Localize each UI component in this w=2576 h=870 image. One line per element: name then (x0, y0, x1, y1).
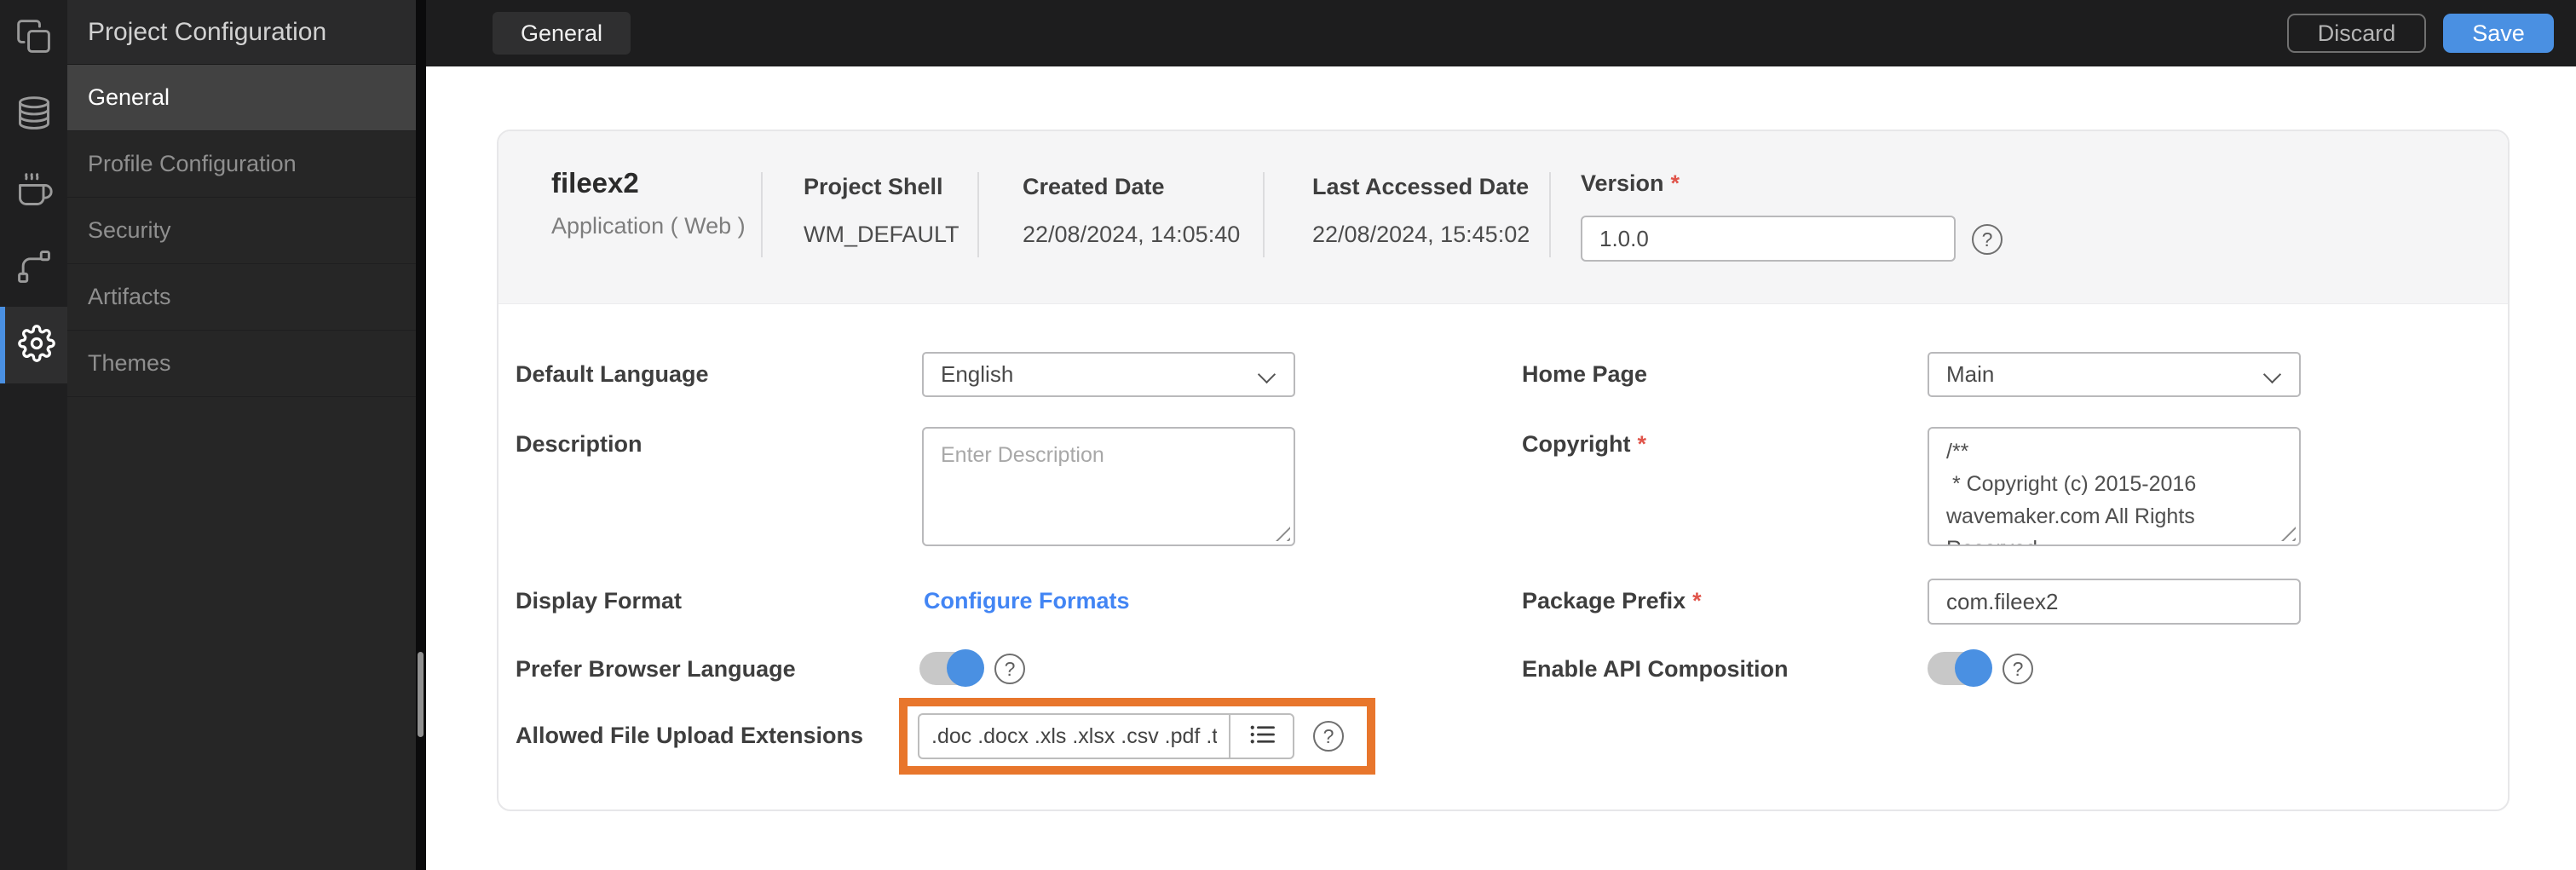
enable-api-composition-toggle[interactable] (1928, 649, 1992, 687)
settings-icon (17, 324, 55, 366)
settings-sidebar: Project Configuration General Profile Co… (67, 0, 416, 870)
java-service-icon (15, 171, 53, 213)
project-name: fileex2 (551, 167, 639, 199)
display-format-label: Display Format (516, 588, 683, 614)
sidebar-scrollbar-thumb[interactable] (418, 652, 424, 737)
sidebar-item-themes[interactable]: Themes (67, 331, 416, 397)
version-input[interactable] (1581, 216, 1956, 262)
topbar: General Discard Save (426, 0, 2576, 66)
copyright-textarea[interactable]: /** * Copyright (c) 2015-2016 wavemaker.… (1928, 427, 2301, 546)
version-help-icon[interactable]: ? (1972, 224, 2003, 255)
configure-formats-link[interactable]: Configure Formats (924, 579, 1130, 624)
sidebar-scroll-track (416, 0, 426, 870)
created-date-label: Created Date (1023, 174, 1165, 199)
header-divider (977, 172, 979, 257)
required-asterisk: * (1637, 430, 1647, 457)
enable-api-composition-label: Enable API Composition (1522, 655, 1789, 682)
description-textarea[interactable] (922, 427, 1295, 546)
topbar-actions: Discard Save (2287, 14, 2554, 53)
database-icon (15, 95, 53, 136)
created-date-value: 22/08/2024, 14:05:40 (1023, 222, 1241, 247)
rail-item-database[interactable] (0, 77, 67, 153)
pages-icon (15, 18, 53, 60)
description-label: Description (516, 430, 643, 457)
header-divider (761, 172, 763, 257)
sidebar-item-profile-configuration[interactable]: Profile Configuration (67, 131, 416, 198)
allowed-extensions-help-icon[interactable]: ? (1313, 721, 1344, 752)
tab-general[interactable]: General (493, 12, 631, 55)
required-asterisk: * (1692, 588, 1702, 614)
home-page-label: Home Page (1522, 361, 1648, 387)
sidebar-title: Project Configuration (67, 0, 416, 65)
required-asterisk: * (1670, 170, 1680, 196)
default-language-label: Default Language (516, 361, 709, 387)
project-summary-header: fileex2 Application ( Web ) Project Shel… (498, 131, 2508, 304)
orchestration-icon (15, 248, 53, 290)
version-label: Version * (1581, 170, 1680, 196)
prefer-browser-language-label: Prefer Browser Language (516, 655, 796, 682)
save-button[interactable]: Save (2443, 14, 2554, 53)
extensions-list-button[interactable] (1229, 713, 1294, 759)
home-page-select[interactable]: Main (1928, 352, 2301, 397)
chevron-down-icon (2262, 365, 2282, 384)
project-shell-label: Project Shell (804, 174, 943, 199)
discard-button[interactable]: Discard (2287, 14, 2426, 53)
rail-item-pages[interactable] (0, 0, 67, 77)
header-divider (1263, 172, 1265, 257)
copyright-label: Copyright * (1522, 430, 1647, 457)
allowed-file-upload-extensions-label: Allowed File Upload Extensions (516, 723, 864, 748)
prefer-browser-language-toggle[interactable] (919, 649, 984, 687)
sidebar-icon-rail (0, 0, 67, 870)
last-accessed-label: Last Accessed Date (1312, 174, 1530, 199)
allowed-extensions-input[interactable] (918, 713, 1229, 759)
sidebar-item-general[interactable]: General (67, 65, 416, 131)
chevron-down-icon (1257, 365, 1276, 384)
project-type: Application ( Web ) (551, 213, 746, 239)
default-language-select[interactable]: English (922, 352, 1295, 397)
header-divider (1549, 172, 1551, 257)
sidebar-item-security[interactable]: Security (67, 198, 416, 264)
rail-item-orchestration[interactable] (0, 230, 67, 307)
rail-item-java-services[interactable] (0, 153, 67, 230)
rail-item-settings[interactable] (0, 307, 67, 383)
prefer-browser-language-help-icon[interactable]: ? (994, 654, 1025, 684)
package-prefix-label: Package Prefix * (1522, 588, 1702, 614)
list-icon (1247, 719, 1277, 754)
project-shell-value: WM_DEFAULT (804, 222, 960, 247)
allowed-extensions-highlight-box: ? (899, 698, 1375, 775)
enable-api-composition-help-icon[interactable]: ? (2003, 654, 2033, 684)
package-prefix-input[interactable] (1928, 579, 2301, 625)
allowed-extensions-input-group (918, 713, 1294, 759)
sidebar-item-artifacts[interactable]: Artifacts (67, 264, 416, 331)
last-accessed-value: 22/08/2024, 15:45:02 (1312, 222, 1530, 247)
project-configuration-card: fileex2 Application ( Web ) Project Shel… (497, 130, 2510, 811)
